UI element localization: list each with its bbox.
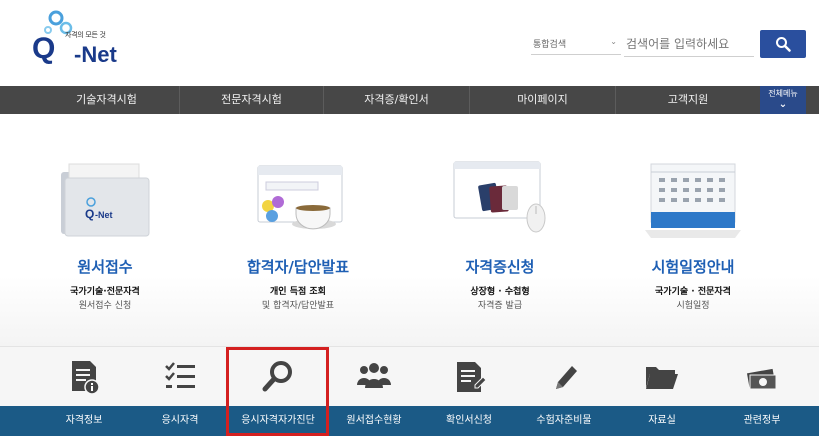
bottom-strip	[0, 436, 819, 444]
card-subtitle: 국가기술·전문자격	[70, 287, 140, 297]
money-icon	[746, 368, 777, 390]
quick-label[interactable]: 응시자격자가진단	[228, 406, 328, 436]
all-menu-label: 전체메뉴	[768, 89, 798, 98]
search-scope-value: 통합검색	[533, 40, 567, 50]
main-nav: 기술자격시험 전문자격시험 자격증/확인서 마이페이지 고객지원 전체메뉴 ⌄	[0, 86, 819, 114]
people-icon	[357, 363, 391, 388]
nav-item-certificate[interactable]: 자격증/확인서	[324, 86, 470, 114]
quick-label[interactable]: 자격정보	[34, 406, 134, 436]
card-exam-schedule[interactable]: 시험일정안내 국가기술 · 전문자격 시험일정	[603, 114, 783, 346]
quick-label[interactable]: 확인서신청	[419, 406, 519, 436]
search-icon	[262, 361, 292, 392]
search-scope-select[interactable]: 통합검색 ⌄	[531, 33, 621, 55]
search-button[interactable]	[760, 30, 806, 58]
passport-mouse-icon	[453, 161, 546, 233]
document-edit-icon	[457, 362, 487, 392]
quick-label[interactable]: 원서접수현황	[324, 406, 424, 436]
logo-net: -Net	[74, 42, 117, 67]
browser-teacup-icon	[257, 165, 343, 230]
svg-text:-Net: -Net	[95, 210, 113, 220]
nav-item-professional-exam[interactable]: 전문자격시험	[180, 86, 324, 114]
card-subtitle: 상장형 · 수첩형	[470, 287, 530, 297]
calendar-icon	[645, 163, 741, 238]
card-subtitle: 국가기술 · 전문자격	[655, 287, 731, 297]
quick-label[interactable]: 응시자격	[130, 406, 230, 436]
pencil-icon	[556, 366, 577, 389]
nav-item-support[interactable]: 고객지원	[616, 86, 760, 114]
document-info-icon	[72, 361, 100, 395]
card-title: 합격자/답안발표	[246, 258, 350, 276]
card-description: 시험일정	[676, 301, 710, 311]
card-description: 원서접수 신청	[78, 301, 132, 311]
svg-text:Q: Q	[85, 207, 94, 221]
card-application[interactable]: Q -Net 원서접수 국가기술·전문자격 원서접수 신청	[15, 114, 195, 346]
card-title: 자격증신청	[465, 258, 535, 276]
main-service-cards: Q -Net 원서접수 국가기술·전문자격 원서접수 신청 합격자/답안발표 개…	[0, 114, 819, 346]
chevron-down-icon: ⌄	[610, 37, 617, 46]
all-menu-button[interactable]: 전체메뉴 ⌄	[760, 86, 806, 114]
folder-icon	[646, 367, 678, 389]
card-results[interactable]: 합격자/답안발표 개인 득점 조회 및 합격자/답안발표	[208, 114, 388, 346]
logo-tagline: 자격의 모든 것	[65, 31, 106, 39]
chevron-down-icon: ⌄	[778, 99, 788, 110]
quick-label[interactable]: 수험자준비물	[514, 406, 614, 436]
qnet-logo[interactable]: 자격의 모든 것 Q -Net	[32, 10, 132, 70]
nav-item-technical-exam[interactable]: 기술자격시험	[34, 86, 180, 114]
quick-label[interactable]: 관련정부	[712, 406, 812, 436]
header: 자격의 모든 것 Q -Net 통합검색 ⌄	[0, 0, 819, 86]
folder-qnet-icon: Q -Net	[61, 163, 150, 237]
card-description: 및 합격자/답안발표	[261, 301, 335, 311]
checklist-icon	[165, 362, 195, 388]
quick-label[interactable]: 자료실	[612, 406, 712, 436]
card-description: 자격증 발급	[477, 301, 523, 311]
search-input[interactable]	[624, 31, 754, 57]
card-subtitle: 개인 득점 조회	[270, 287, 326, 297]
card-title: 시험일정안내	[651, 258, 735, 276]
card-title: 원서접수	[77, 258, 133, 276]
search-icon	[776, 37, 791, 52]
logo-q: Q	[32, 32, 56, 65]
card-certificate-request[interactable]: 자격증신청 상장형 · 수첩형 자격증 발급	[410, 114, 590, 346]
nav-item-mypage[interactable]: 마이페이지	[470, 86, 616, 114]
